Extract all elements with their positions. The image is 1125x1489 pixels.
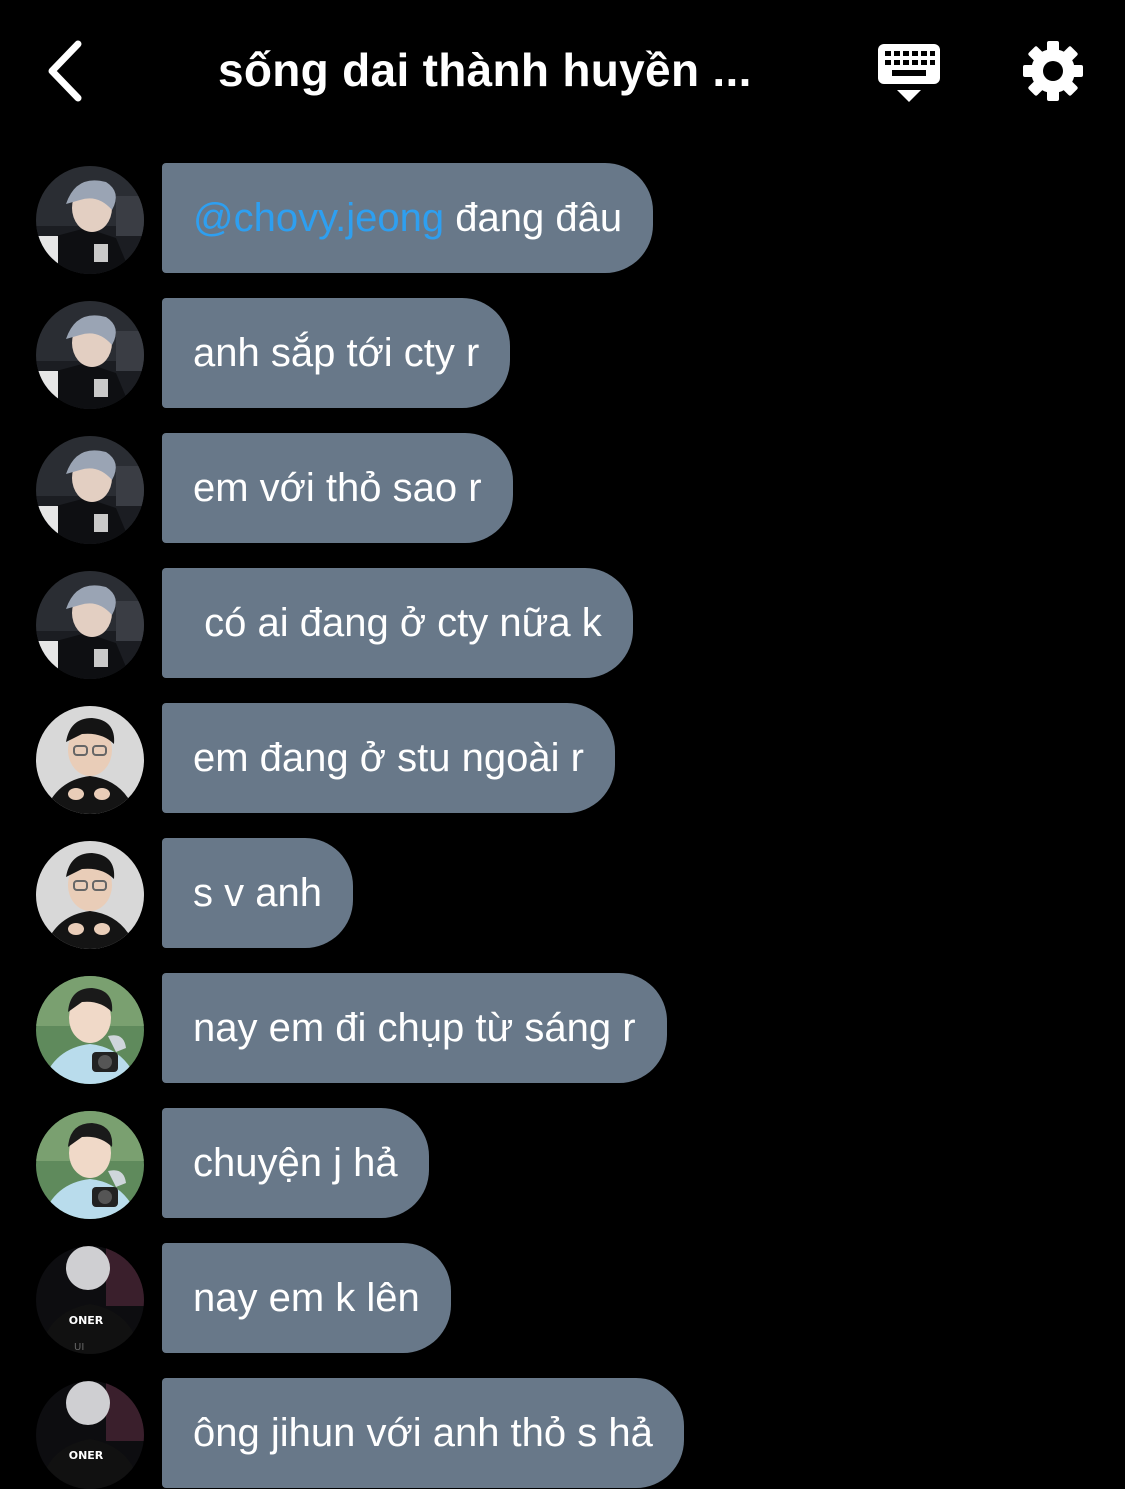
avatar-image (36, 706, 144, 814)
message-bubble[interactable]: em đang ở stu ngoài r (162, 703, 615, 813)
message-text: em đang ở stu ngoài r (193, 736, 584, 780)
message-row: nay em đi chụp từ sáng r (0, 973, 1125, 1084)
message-bubble[interactable]: @chovy.jeong đang đâu (162, 163, 654, 273)
message-text: s v anh (193, 871, 322, 915)
avatar[interactable] (36, 436, 144, 544)
message-row: s v anh (0, 838, 1125, 949)
message-row: ONER ông jihun với anh thỏ s hả (0, 1378, 1125, 1489)
message-list[interactable]: @chovy.jeong đang đâu anh sắp tới cty r (0, 0, 1125, 1489)
avatar[interactable] (36, 301, 144, 409)
avatar-image (36, 301, 144, 409)
message-bubble[interactable]: anh sắp tới cty r (162, 298, 511, 408)
avatar-image: ONER UI (36, 1246, 144, 1354)
avatar-image (36, 436, 144, 544)
jersey-name: ONER (69, 1314, 104, 1327)
avatar[interactable]: ONER UI (36, 1246, 144, 1354)
message-text: chuyện j hả (193, 1141, 398, 1185)
jersey-name: ONER (69, 1449, 104, 1462)
avatar-image (36, 976, 144, 1084)
avatar-image (36, 1111, 144, 1219)
avatar[interactable] (36, 706, 144, 814)
message-text: nay em k lên (193, 1276, 420, 1320)
avatar[interactable] (36, 841, 144, 949)
message-text: ông jihun với anh thỏ s hả (193, 1411, 653, 1455)
message-row: anh sắp tới cty r (0, 298, 1125, 409)
message-row: em đang ở stu ngoài r (0, 703, 1125, 814)
message-row: @chovy.jeong đang đâu (0, 163, 1125, 274)
message-bubble[interactable]: nay em đi chụp từ sáng r (162, 973, 667, 1083)
avatar[interactable] (36, 976, 144, 1084)
message-text: anh sắp tới cty r (193, 331, 480, 375)
message-bubble[interactable]: nay em k lên (162, 1243, 451, 1353)
jersey-number: UI (74, 1342, 84, 1353)
message-bubble[interactable]: có ai đang ở cty nữa k (162, 568, 633, 678)
message-text: nay em đi chụp từ sáng r (193, 1006, 636, 1050)
message-text: đang đâu (444, 196, 623, 240)
message-row: có ai đang ở cty nữa k (0, 568, 1125, 679)
avatar-image (36, 571, 144, 679)
avatar[interactable] (36, 1111, 144, 1219)
avatar-image (36, 166, 144, 274)
message-bubble[interactable]: s v anh (162, 838, 353, 948)
message-row: chuyện j hả (0, 1108, 1125, 1219)
message-row: ONER UI nay em k lên (0, 1243, 1125, 1354)
message-bubble[interactable]: chuyện j hả (162, 1108, 429, 1218)
avatar[interactable]: ONER (36, 1381, 144, 1489)
message-bubble[interactable]: ông jihun với anh thỏ s hả (162, 1378, 684, 1488)
avatar-image: ONER (36, 1381, 144, 1489)
avatar[interactable] (36, 166, 144, 274)
avatar[interactable] (36, 571, 144, 679)
message-text: có ai đang ở cty nữa k (193, 601, 602, 645)
avatar-image (36, 841, 144, 949)
message-row: em với thỏ sao r (0, 433, 1125, 544)
message-bubble[interactable]: em với thỏ sao r (162, 433, 513, 543)
mention-link[interactable]: @chovy.jeong (193, 196, 444, 240)
message-text: em với thỏ sao r (193, 466, 482, 510)
